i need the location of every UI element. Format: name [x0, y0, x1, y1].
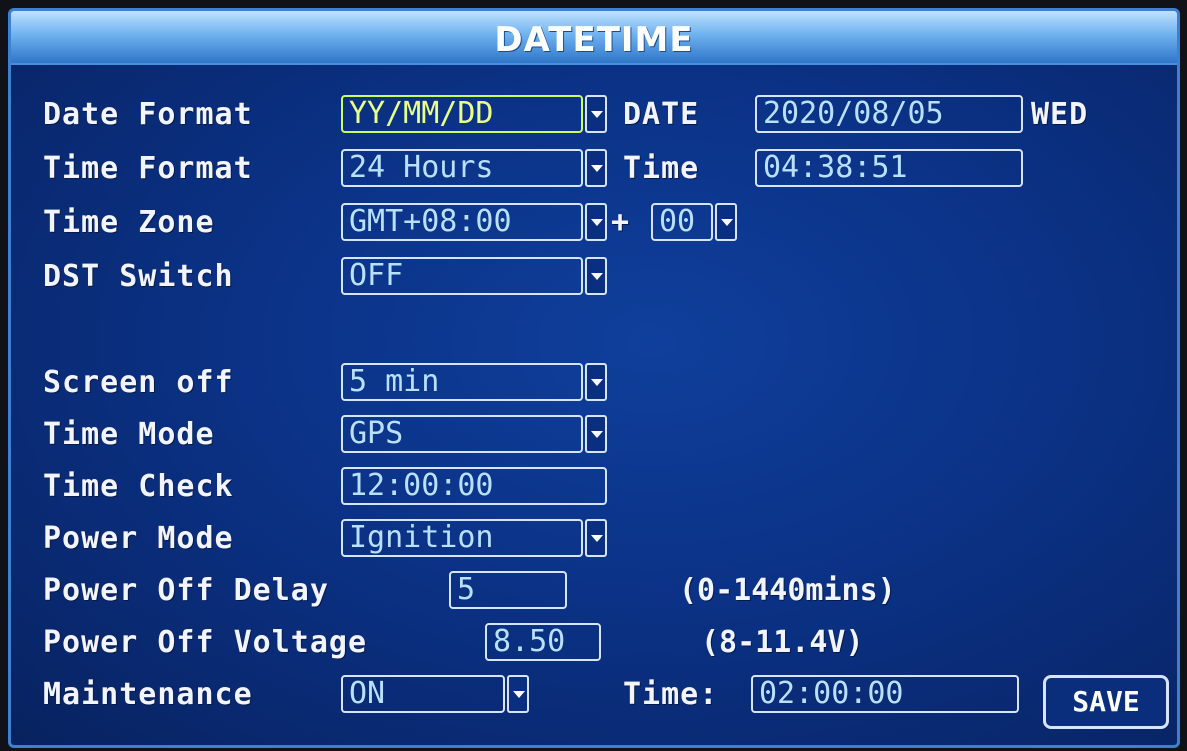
time-zone-select[interactable]: GMT+08:00 — [341, 203, 583, 241]
plus-sign: + — [611, 205, 630, 240]
maintenance-time-label: Time: — [623, 677, 719, 712]
date-label: DATE — [623, 97, 700, 132]
time-mode-label: Time Mode — [43, 417, 215, 452]
save-button[interactable]: SAVE — [1043, 675, 1169, 729]
time-label: Time — [623, 151, 700, 186]
power-off-delay-label: Power Off Delay — [43, 573, 329, 608]
time-zone-dropdown-arrow-icon[interactable] — [585, 203, 607, 241]
maintenance-time-field[interactable]: 02:00:00 — [751, 675, 1019, 713]
power-off-voltage-range: (8-11.4V) — [701, 625, 864, 660]
time-format-select[interactable]: 24 Hours — [341, 149, 583, 187]
power-off-delay-range: (0-1440mins) — [679, 573, 896, 608]
screen-off-label: Screen off — [43, 365, 234, 400]
time-zone-offset-select[interactable]: 00 — [651, 203, 713, 241]
power-off-voltage-label: Power Off Voltage — [43, 625, 368, 660]
power-off-delay-field[interactable]: 5 — [449, 571, 567, 609]
datetime-dialog: DATETIME Date Format YY/MM/DD DATE 2020/… — [8, 8, 1180, 748]
time-format-label: Time Format — [43, 151, 253, 186]
time-zone-label: Time Zone — [43, 205, 215, 240]
time-check-field[interactable]: 12:00:00 — [341, 467, 607, 505]
maintenance-dropdown-arrow-icon[interactable] — [507, 675, 529, 713]
date-format-select[interactable]: YY/MM/DD — [341, 95, 583, 133]
maintenance-label: Maintenance — [43, 677, 253, 712]
dst-switch-label: DST Switch — [43, 259, 234, 294]
power-mode-select[interactable]: Ignition — [341, 519, 583, 557]
date-field[interactable]: 2020/08/05 — [755, 95, 1023, 133]
time-mode-dropdown-arrow-icon[interactable] — [585, 415, 607, 453]
title-bar: DATETIME — [11, 11, 1177, 65]
page-title: DATETIME — [494, 20, 694, 60]
date-format-label: Date Format — [43, 97, 253, 132]
date-format-dropdown-arrow-icon[interactable] — [585, 95, 607, 133]
time-format-dropdown-arrow-icon[interactable] — [585, 149, 607, 187]
dst-switch-dropdown-arrow-icon[interactable] — [585, 257, 607, 295]
screen-off-dropdown-arrow-icon[interactable] — [585, 363, 607, 401]
time-zone-offset-dropdown-arrow-icon[interactable] — [715, 203, 737, 241]
time-mode-select[interactable]: GPS — [341, 415, 583, 453]
power-mode-dropdown-arrow-icon[interactable] — [585, 519, 607, 557]
dst-switch-select[interactable]: OFF — [341, 257, 583, 295]
maintenance-select[interactable]: ON — [341, 675, 505, 713]
power-off-voltage-field[interactable]: 8.50 — [485, 623, 601, 661]
time-field[interactable]: 04:38:51 — [755, 149, 1023, 187]
time-check-label: Time Check — [43, 469, 234, 504]
screen-off-select[interactable]: 5 min — [341, 363, 583, 401]
power-mode-label: Power Mode — [43, 521, 234, 556]
weekday-label: WED — [1031, 97, 1089, 132]
